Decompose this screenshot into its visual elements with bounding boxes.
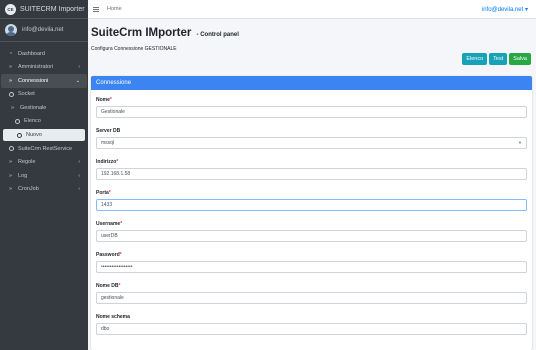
sidebar-item-label: Gestionale — [20, 104, 47, 111]
form-field-password: Password* •••••••••••••••••• — [96, 251, 527, 282]
chevron-left-icon: ‹ — [78, 172, 80, 179]
porta-input[interactable]: 1433 — [96, 199, 527, 211]
card-title: Connessione — [91, 76, 532, 90]
nome-input[interactable]: Gestionale — [96, 106, 527, 118]
indirizzo-input[interactable]: 192.168.1.58 — [96, 168, 527, 180]
sidebar-item-label: Socket — [18, 91, 35, 98]
chevron-down-icon: ▼ — [518, 140, 522, 146]
sidebar-item-label: CronJob — [18, 186, 39, 193]
double-chevron-icon: » — [8, 64, 13, 71]
page-description: Configura Connessione GESTIONALE — [91, 46, 177, 52]
hamburger-menu-icon[interactable] — [93, 6, 99, 12]
user-panel[interactable]: info@devila.net — [0, 19, 88, 42]
field-label: Username* — [96, 221, 123, 227]
sidebar-item-label: Amministratori — [18, 64, 54, 71]
sidebar-item-label: Regole — [18, 159, 36, 166]
home-link[interactable]: Home — [107, 6, 122, 12]
double-chevron-icon: » — [8, 159, 13, 166]
field-label: Nome* — [96, 97, 112, 103]
server-db-select[interactable]: mssql ▼ — [96, 137, 527, 149]
circle-icon — [9, 146, 14, 152]
server-db-selected-value: mssql — [101, 139, 115, 146]
action-buttons: Elenco Test Salva — [462, 53, 531, 65]
sidebar-item-label: Connessioni — [18, 77, 49, 84]
circle-icon — [15, 118, 20, 124]
field-label: Password* — [96, 252, 122, 258]
brand-logo: CE — [5, 3, 16, 15]
circle-icon — [9, 91, 14, 97]
sidebar-item-socket[interactable]: Socket — [1, 88, 87, 102]
sidebar-item-elenco[interactable]: Elenco — [1, 115, 87, 129]
double-chevron-icon: » — [8, 77, 13, 84]
page-title: SuiteCrm IMporter - Control panel — [91, 27, 239, 39]
sidebar: CE SUITECRM Importer info@devila.net ◔ D… — [0, 0, 88, 350]
sidebar-item-label: Elenco — [24, 118, 41, 125]
sidebar-item-cronjob[interactable]: » CronJob ‹ — [1, 183, 87, 197]
chevron-left-icon: ‹ — [78, 64, 80, 71]
main-content: SuiteCrm IMporter - Control panel Config… — [88, 19, 536, 350]
form-field-nome-schema: Nome schema dbo — [96, 313, 527, 344]
form-field-nome: Nome* Gestionale — [96, 96, 527, 127]
password-input[interactable]: •••••••••••••••••• — [96, 261, 527, 273]
sidebar-item-amministratori[interactable]: » Amministratori ‹ — [1, 61, 87, 75]
user-menu-dropdown[interactable]: info@devila.net ▾ — [482, 6, 528, 13]
brand[interactable]: CE SUITECRM Importer — [0, 0, 88, 19]
sidebar-item-label: SuiteCrm RestService — [18, 145, 73, 152]
sidebar-item-dashboard[interactable]: ◔ Dashboard — [1, 47, 87, 61]
double-chevron-icon: » — [8, 186, 13, 193]
form-field-porta: Porta* 1433 — [96, 189, 527, 220]
nome-db-input[interactable]: gestionale — [96, 292, 527, 304]
sidebar-item-suitecrm-restservice[interactable]: SuiteCrm RestService — [1, 142, 87, 156]
username-input[interactable]: userDB — [96, 230, 527, 242]
field-label: Nome schema — [96, 314, 130, 320]
sidebar-item-label: Log — [18, 172, 28, 179]
field-label: Nome DB* — [96, 283, 121, 289]
double-chevron-icon: » — [8, 172, 13, 179]
tachometer-icon: ◔ — [8, 50, 13, 57]
brand-name: SUITECRM Importer — [20, 5, 85, 13]
sidebar-item-label: Dashboard — [18, 50, 45, 57]
save-button[interactable]: Salva — [509, 53, 531, 65]
page-subtitle: - Control panel — [196, 32, 239, 38]
field-label: Indirizzo* — [96, 159, 119, 165]
connection-form: Nome* Gestionale Server DB mssql ▼ Indir… — [91, 90, 532, 344]
form-field-username: Username* userDB — [96, 220, 527, 251]
field-label: Server DB — [96, 128, 121, 134]
chevron-left-icon: ‹ — [78, 186, 80, 193]
avatar — [5, 24, 17, 36]
connection-card: Connessione Nome* Gestionale Server DB m… — [91, 76, 532, 350]
sidebar-item-connessioni[interactable]: » Connessioni ⌄ — [1, 74, 87, 88]
form-field-server-db: Server DB mssql ▼ — [96, 127, 527, 158]
sidebar-item-gestionale[interactable]: » Gestionale — [1, 101, 87, 115]
chevron-down-icon: ⌄ — [75, 77, 80, 84]
test-button[interactable]: Test — [489, 53, 508, 65]
sidebar-item-label: Nuovo — [26, 132, 42, 138]
circle-icon — [17, 132, 22, 138]
sidebar-item-nuovo[interactable]: Nuovo — [3, 129, 85, 141]
list-button[interactable]: Elenco — [462, 53, 488, 65]
nome-schema-input[interactable]: dbo — [96, 323, 527, 335]
sidebar-nav: ◔ Dashboard » Amministratori ‹ » Conness… — [0, 42, 88, 196]
chevron-left-icon: ‹ — [78, 159, 80, 166]
top-navbar: Home info@devila.net ▾ — [88, 0, 536, 19]
page-title-text: SuiteCrm IMporter — [91, 27, 192, 39]
sidebar-item-regole[interactable]: » Regole ‹ — [1, 156, 87, 170]
form-field-indirizzo: Indirizzo* 192.168.1.58 — [96, 158, 527, 189]
field-label: Porta* — [96, 190, 111, 196]
user-name: info@devila.net — [22, 27, 64, 33]
sidebar-item-log[interactable]: » Log ‹ — [1, 169, 87, 183]
form-field-nome-db: Nome DB* gestionale — [96, 282, 527, 313]
double-chevron-icon: » — [10, 104, 15, 111]
